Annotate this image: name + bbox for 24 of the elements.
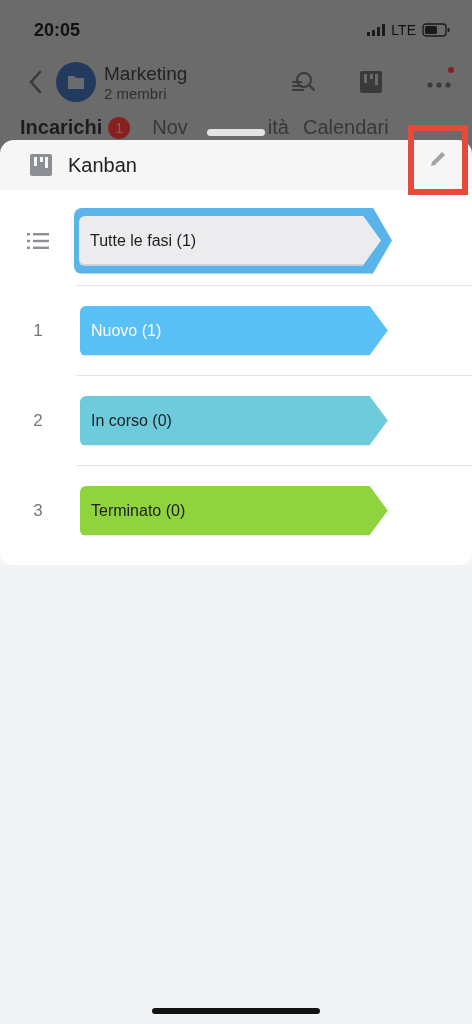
sheet-title: Kanban [68,153,137,177]
stage-button[interactable]: Terminato (0) [80,485,388,536]
status-time: 20:05 [34,19,81,41]
kanban-icon [30,154,52,176]
search-list-icon[interactable] [290,70,316,94]
stage-button[interactable]: Nuovo (1) [80,305,388,356]
group-subtitle: 2 membri [104,84,168,102]
signal-icon [367,24,388,36]
stage-button[interactable]: Tutte le fasi (1) [79,215,381,266]
back-icon[interactable] [28,70,42,94]
stage-button[interactable]: In corso (0) [80,395,388,446]
drag-handle[interactable] [207,129,265,136]
stage-number: 2 [33,410,43,431]
battery-icon [422,23,450,37]
folder-avatar-icon [56,62,96,102]
group-title: Marketing [104,62,188,85]
stage-number: 1 [33,320,43,341]
tab[interactable]: Incarichi [20,116,103,139]
network-label: LTE [391,22,416,38]
kanban-icon[interactable] [360,71,382,93]
stage-number: 3 [33,500,43,521]
count-badge: 1 [108,116,131,139]
pencil-icon [428,149,448,169]
list-icon [27,232,49,249]
